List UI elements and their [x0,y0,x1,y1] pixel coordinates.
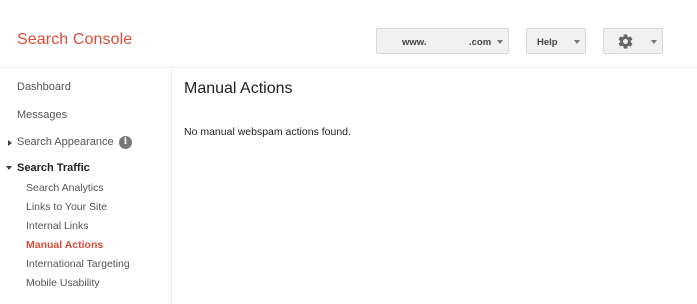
expand-arrow-icon[interactable] [8,140,12,146]
gear-icon [617,33,634,53]
status-message: No manual webspam actions found. [184,126,351,138]
sidebar-item-search-traffic[interactable]: Search Traffic [17,162,90,174]
top-header: Search Console www. .com Help [0,0,697,68]
sidebar-item-international-targeting[interactable]: International Targeting [26,258,130,270]
sidebar-item-links-to-your-site[interactable]: Links to Your Site [26,201,107,213]
collapse-arrow-icon[interactable] [6,166,12,170]
sidebar-item-dashboard[interactable]: Dashboard [17,81,71,93]
settings-dropdown-button[interactable] [603,28,663,54]
sidebar-item-search-appearance[interactable]: Search Appearance [17,136,114,148]
sidebar-item-manual-actions[interactable]: Manual Actions [26,239,103,251]
info-icon[interactable]: i [119,136,132,149]
chevron-down-icon [651,40,657,44]
sidebar-nav: Dashboard Messages Search Appearance i S… [0,69,172,304]
help-label: Help [537,37,558,48]
sidebar-item-messages[interactable]: Messages [17,109,67,121]
sidebar-item-search-analytics[interactable]: Search Analytics [26,182,104,194]
sidebar-item-internal-links[interactable]: Internal Links [26,220,88,232]
site-url-prefix: www. [402,37,427,48]
chevron-down-icon [574,40,580,44]
help-dropdown-button[interactable]: Help [526,28,586,54]
app-logo-title[interactable]: Search Console [17,31,132,49]
page-title: Manual Actions [184,80,293,97]
site-url-suffix: .com [469,37,492,48]
search-console-app: Search Console www. .com Help Dashboard … [0,0,697,304]
sidebar-item-mobile-usability[interactable]: Mobile Usability [26,277,100,289]
chevron-down-icon [497,40,503,44]
site-selector-dropdown[interactable]: www. .com [376,28,509,54]
